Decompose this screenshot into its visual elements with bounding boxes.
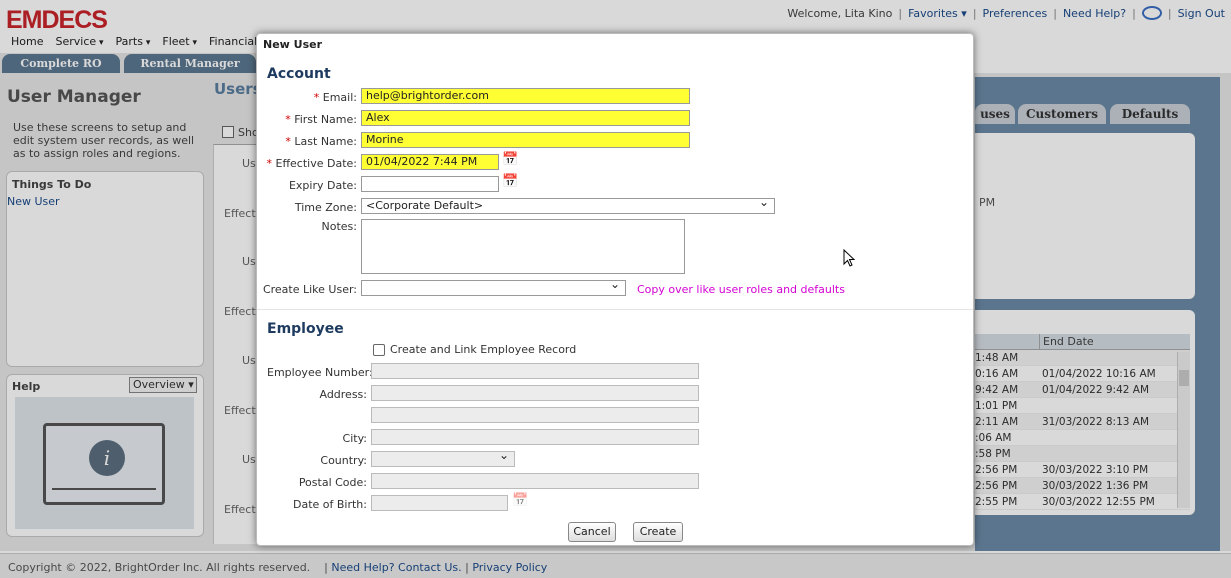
email-label: * Email: — [313, 91, 357, 104]
section-divider — [257, 309, 973, 310]
calendar-icon[interactable]: 📅 — [502, 153, 518, 167]
postal-code-field — [371, 473, 699, 489]
account-heading: Account — [267, 66, 331, 82]
last-name-label: * Last Name: — [285, 135, 357, 148]
mouse-cursor-icon — [843, 249, 856, 267]
employee-number-field — [371, 363, 699, 379]
last-name-field[interactable]: Morine — [361, 132, 690, 148]
create-link-employee-checkbox[interactable] — [373, 344, 385, 356]
create-button[interactable]: Create — [633, 522, 683, 542]
cancel-button[interactable]: Cancel — [568, 522, 616, 542]
expiry-date-label: Expiry Date: — [288, 179, 357, 192]
first-name-label: * First Name: — [285, 113, 357, 126]
effective-date-label: * Effective Date: — [266, 157, 358, 170]
postal-code-label: Postal Code: — [298, 476, 367, 489]
date-of-birth-field — [371, 495, 508, 511]
city-field — [371, 429, 699, 445]
new-user-dialog: New User Account * Email: help@brightord… — [256, 33, 974, 546]
email-field[interactable]: help@brightorder.com — [361, 88, 690, 104]
country-select — [371, 451, 515, 467]
dialog-title: New User — [263, 38, 323, 51]
date-of-birth-label: Date of Birth: — [292, 498, 367, 511]
employee-heading: Employee — [267, 321, 344, 337]
expiry-date-field[interactable] — [361, 176, 499, 192]
country-label: Country: — [320, 454, 367, 467]
employee-number-label: Employee Number: — [267, 366, 373, 379]
time-zone-select[interactable]: <Corporate Default> — [361, 198, 775, 214]
create-link-employee-label: Create and Link Employee Record — [390, 343, 577, 356]
calendar-icon: 📅 — [512, 493, 529, 508]
first-name-field[interactable]: Alex — [361, 110, 690, 126]
create-like-user-select[interactable] — [361, 280, 626, 296]
time-zone-label: Time Zone: — [294, 201, 357, 214]
copy-over-hint: Copy over like user roles and defaults — [637, 283, 845, 296]
address-label: Address: — [319, 388, 367, 401]
calendar-icon[interactable]: 📅 — [502, 175, 518, 189]
create-like-user-label: Create Like User: — [262, 283, 357, 296]
notes-textarea[interactable] — [361, 219, 685, 274]
address-line1-field — [371, 385, 699, 401]
address-line2-field — [371, 407, 699, 423]
notes-label: Notes: — [321, 220, 357, 233]
effective-date-field[interactable]: 01/04/2022 7:44 PM — [361, 154, 499, 170]
city-label: City: — [342, 432, 367, 445]
